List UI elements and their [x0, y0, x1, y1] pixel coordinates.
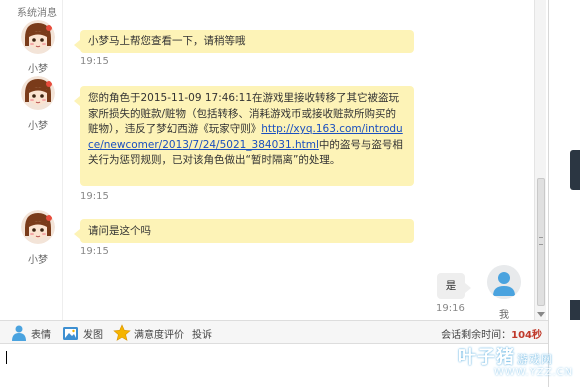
satisfaction-rating-button[interactable]: 满意度评价	[113, 324, 184, 342]
emoji-icon	[10, 324, 28, 342]
column-divider	[62, 0, 63, 320]
timer-label: 会话剩余时间：	[441, 330, 512, 341]
system-message-label: 系统消息	[17, 8, 57, 19]
message-text: 请问是这个吗	[88, 225, 151, 237]
input-toolbar: 表情 发图 满意度评价 投诉 会话剩余时间：104秒	[0, 320, 548, 344]
sender-name: 小梦	[28, 64, 48, 75]
user-avatar-icon	[487, 265, 521, 299]
girl-avatar-icon	[21, 20, 55, 54]
message-bubble: 小梦马上帮您查看一下，请稍等哦	[74, 30, 414, 53]
side-panel-tab	[570, 150, 580, 190]
image-label: 发图	[83, 329, 103, 341]
watermark-logo: 叶子猪 游戏网	[458, 347, 553, 368]
side-panel-tab	[570, 300, 580, 320]
scrollbar-grip	[539, 237, 543, 245]
message-timestamp: 19:15	[80, 56, 109, 67]
complain-label: 投诉	[192, 329, 212, 341]
message-bubble: 您的角色于2015-11-09 17:46:11在游戏里接收转移了其它被盗玩家所…	[74, 86, 414, 186]
chat-history: 系统消息 小梦 小梦马上帮您查看一下，请稍等哦 19:15 小梦 您的角色于20…	[0, 0, 548, 320]
scrollbar-thumb[interactable]	[537, 178, 545, 306]
text-caret	[6, 351, 7, 364]
girl-avatar-icon	[21, 210, 55, 244]
message-timestamp: 19:16	[436, 303, 465, 314]
session-timer: 会话剩余时间：104秒	[441, 326, 542, 341]
message-timestamp: 19:15	[80, 246, 109, 257]
message-text: 是	[445, 280, 457, 292]
complain-button[interactable]: 投诉	[192, 324, 212, 342]
sender-name: 小梦	[28, 121, 48, 132]
site-watermark: 叶子猪 游戏网 WWW.YZZ.CN	[458, 343, 572, 387]
emoji-label: 表情	[31, 329, 51, 341]
chat-scrollbar[interactable]	[534, 0, 546, 320]
image-icon	[62, 324, 80, 342]
window-edge	[548, 0, 580, 387]
watermark-url: WWW.YZZ.CN	[494, 367, 574, 378]
girl-avatar-icon	[21, 76, 55, 110]
message-bubble: 请问是这个吗	[74, 219, 414, 243]
emoji-button[interactable]: 表情	[10, 324, 51, 342]
sender-name: 我	[499, 310, 509, 320]
edge-divider	[548, 0, 549, 387]
sender-name: 小梦	[28, 255, 48, 266]
message-timestamp: 19:15	[80, 191, 109, 202]
star-icon	[113, 324, 131, 342]
rate-label: 满意度评价	[134, 329, 184, 341]
message-text: 小梦马上帮您查看一下，请稍等哦	[88, 35, 246, 47]
scroll-down-arrow-icon[interactable]	[537, 312, 545, 317]
send-image-button[interactable]: 发图	[62, 324, 103, 342]
message-bubble: 是	[437, 273, 471, 299]
timer-value: 104秒	[511, 330, 542, 341]
